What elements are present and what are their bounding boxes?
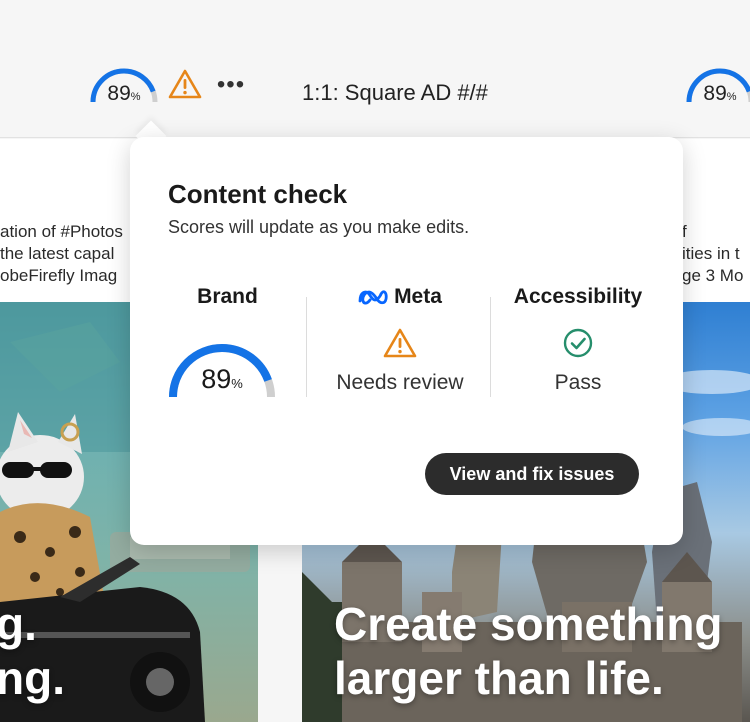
brand-score-value: 89% <box>201 364 243 394</box>
meta-status: Needs review <box>336 371 464 394</box>
view-and-fix-issues-button[interactable]: View and fix issues <box>425 453 639 495</box>
ad-headline-line: g. <box>0 598 37 650</box>
brand-score-value: 89% <box>107 82 141 105</box>
column-divider <box>306 297 307 397</box>
variant-toolbar: 89% ••• 1:1: Square AD #/# 89% <box>0 0 750 138</box>
brand-score-value: 89% <box>703 82 737 105</box>
popover-subtitle: Scores will update as you make edits. <box>168 217 470 237</box>
meta-check-column: Meta Needs review <box>308 285 492 397</box>
popover-title: Content check <box>168 179 348 209</box>
brand-score-column: Brand 89% <box>150 285 305 398</box>
ad-copy-line: the latest capal <box>0 244 115 263</box>
ad-copy-line: ge 3 Mo <box>682 266 744 285</box>
content-check-popover: Content check Scores will update as you … <box>130 137 683 545</box>
ad-copy-line: obeFirefly Imag <box>0 266 118 285</box>
column-divider <box>490 297 491 397</box>
ad-copy-line: ation of #Photos <box>0 222 123 241</box>
ad-headline-line: ng. <box>0 652 65 704</box>
brand-score-gauge-left[interactable]: 89% <box>88 66 160 106</box>
variant-title: 1:1: Square AD #/# <box>302 80 488 105</box>
ad-headline-line: larger than life. <box>334 652 664 704</box>
accessibility-status: Pass <box>554 371 602 394</box>
ad-headline-line: Create something <box>334 598 723 650</box>
warning-icon[interactable] <box>168 68 202 100</box>
more-options-icon[interactable]: ••• <box>214 73 248 100</box>
checkmark-circle-icon <box>492 327 664 361</box>
accessibility-check-column: Accessibility Pass <box>492 285 664 397</box>
meta-logo-icon <box>358 290 388 305</box>
ad-copy-line: ities in t <box>682 244 740 263</box>
meta-label: Meta <box>394 285 442 308</box>
brand-score-gauge-right[interactable]: 89% <box>684 66 750 106</box>
brand-label: Brand <box>197 285 258 308</box>
brand-score-gauge: 89% <box>166 342 278 402</box>
accessibility-label: Accessibility <box>513 285 643 308</box>
warning-icon <box>308 327 492 361</box>
